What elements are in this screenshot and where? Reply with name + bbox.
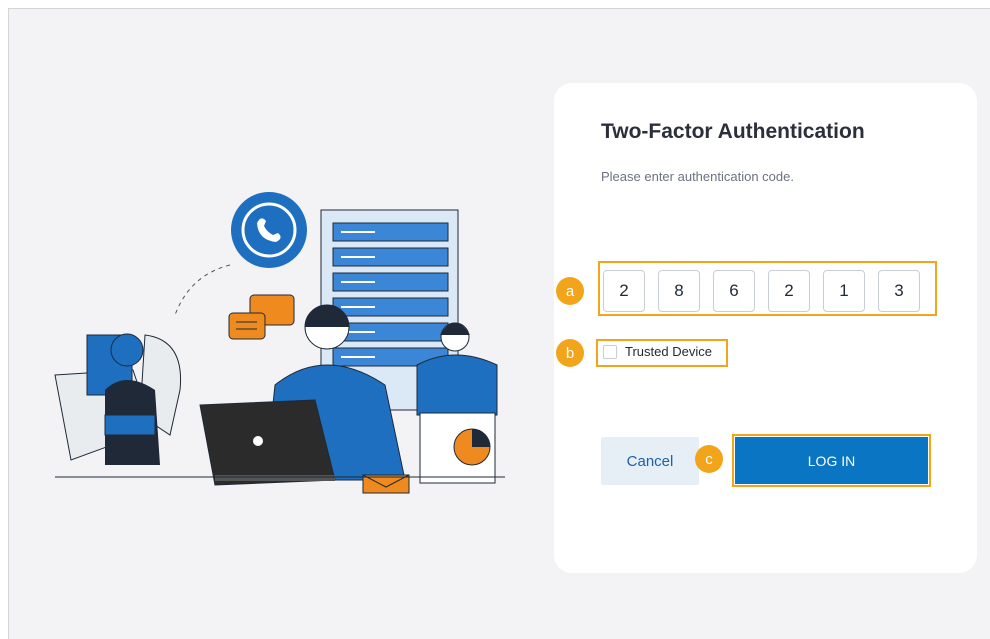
annotation-marker-c: c [695,445,723,473]
code-digit-6[interactable] [878,270,920,312]
trusted-device-label[interactable]: Trusted Device [625,344,712,359]
laptop-icon [199,399,336,486]
code-digit-3[interactable] [713,270,755,312]
page-title: Two-Factor Authentication [601,120,865,143]
code-digit-1[interactable] [603,270,645,312]
code-digit-4[interactable] [768,270,810,312]
phone-icon [231,192,307,268]
auth-instructions: Please enter authentication code. [601,169,794,184]
envelope-icon [362,474,410,494]
trusted-device-checkbox[interactable] [603,345,617,359]
cancel-button[interactable]: Cancel [601,437,699,485]
code-digit-5[interactable] [823,270,865,312]
annotation-marker-b: b [556,339,584,367]
pie-chart-icon [419,412,496,484]
code-digit-2[interactable] [658,270,700,312]
login-button[interactable]: LOG IN [735,437,928,484]
chat-bubble-icon [228,294,295,340]
annotation-marker-a: a [556,277,584,305]
auth-card [554,83,977,573]
support-illustration [54,192,505,494]
